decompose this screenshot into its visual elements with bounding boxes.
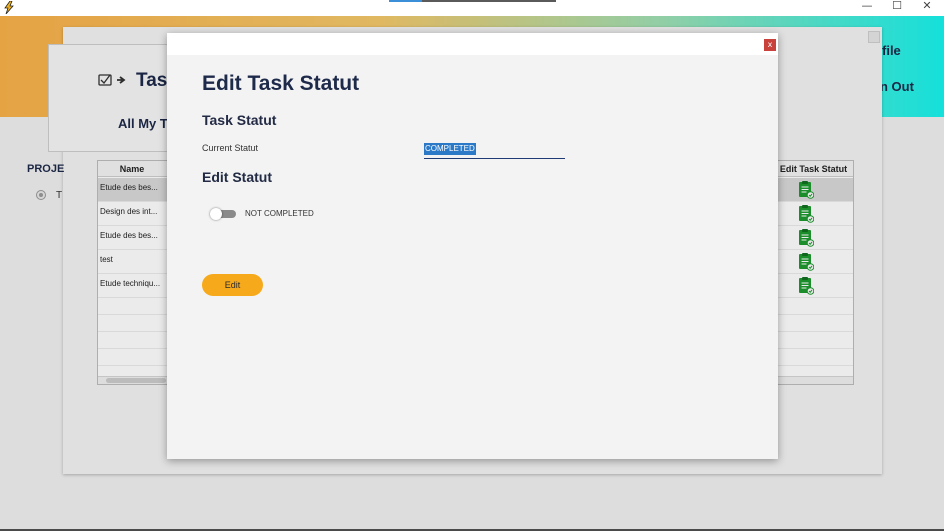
statut-toggle[interactable]: [210, 208, 238, 220]
section-task-statut: Task Statut: [202, 112, 277, 128]
dialog-titlebar: x: [167, 33, 778, 55]
minimize-button[interactable]: —: [852, 0, 882, 14]
edit-task-statut-dialog: x Edit Task Statut Task Statut Current S…: [167, 33, 778, 459]
dialog-title: Edit Task Statut: [202, 72, 360, 95]
title-tab-accent: [389, 0, 422, 2]
dialog-close-button[interactable]: x: [764, 39, 776, 51]
close-window-button[interactable]: ✕: [912, 0, 942, 14]
section-edit-statut: Edit Statut: [202, 169, 272, 185]
edit-button[interactable]: Edit: [202, 274, 263, 296]
current-statut-field[interactable]: COMPLETED: [424, 142, 565, 159]
app-logo-icon: [4, 1, 14, 14]
current-statut-label: Current Statut: [202, 143, 259, 153]
toggle-knob: [210, 208, 222, 220]
maximize-button[interactable]: ☐: [882, 0, 912, 14]
window-titlebar: — ☐ ✕: [0, 0, 944, 16]
toggle-label: NOT COMPLETED: [245, 209, 314, 218]
current-statut-value: COMPLETED: [424, 143, 476, 155]
